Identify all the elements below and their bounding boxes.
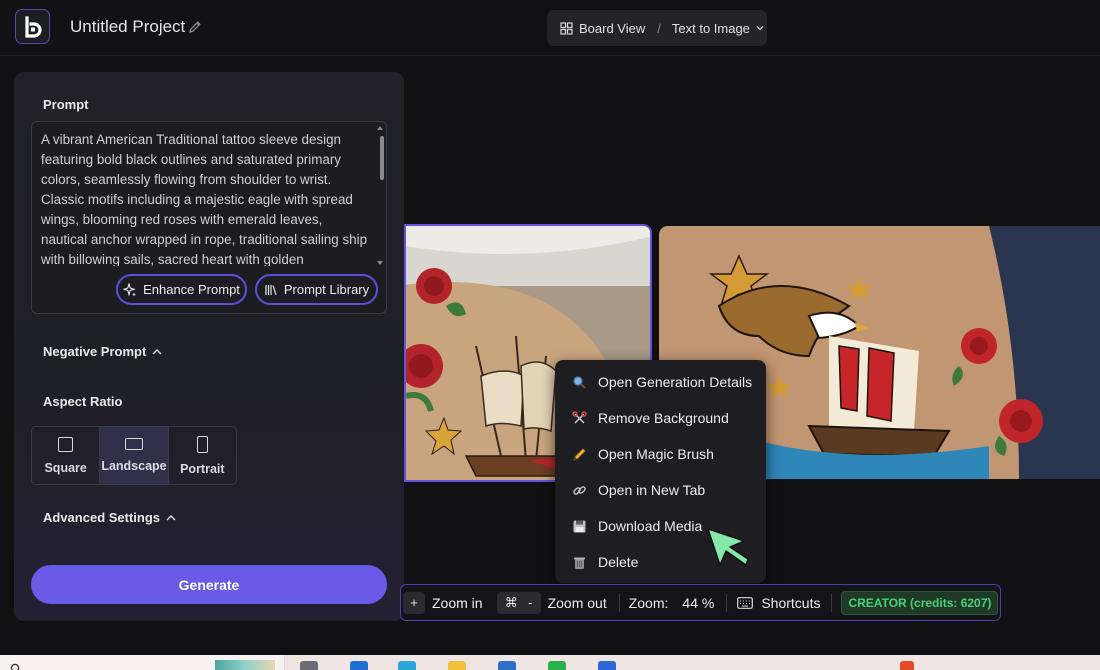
mouse-cursor-icon — [707, 528, 749, 566]
canvas-toolbar: + Zoom in ⌘ - Zoom out Zoom: 44 % Shortcu… — [400, 584, 1001, 621]
aspect-square-label: Square — [44, 460, 87, 475]
menu-item-label: Open Generation Details — [598, 374, 753, 390]
advanced-settings-toggle[interactable]: Advanced Settings — [43, 510, 177, 525]
prompt-label: Prompt — [43, 97, 89, 112]
taskbar-search-box[interactable] — [0, 655, 285, 670]
mode-label[interactable]: Text to Image — [672, 21, 750, 36]
zoom-in-key: + — [403, 591, 425, 614]
menu-item-open-magic-brush[interactable]: Open Magic Brush — [555, 436, 766, 472]
keyboard-icon — [737, 596, 754, 609]
zoom-out-button[interactable]: Zoom out — [548, 595, 607, 611]
mail-icon[interactable] — [498, 661, 516, 670]
prompt-textarea[interactable]: A vibrant American Traditional tattoo sl… — [31, 121, 387, 314]
negative-prompt-toggle[interactable]: Negative Prompt — [43, 344, 163, 359]
zoom-value[interactable]: 44 % — [682, 595, 714, 611]
menu-item-label: Download Media — [598, 518, 703, 534]
aspect-square-option[interactable]: Square — [32, 427, 99, 484]
search-icon — [10, 663, 20, 670]
pencil-edit-icon[interactable] — [187, 19, 203, 35]
store-icon[interactable] — [598, 661, 616, 670]
breadcrumb-separator: / — [657, 20, 661, 36]
trash-icon — [572, 555, 587, 570]
aspect-landscape-option[interactable]: Landscape — [99, 427, 168, 484]
scissors-icon — [572, 410, 587, 426]
menu-item-label: Open in New Tab — [598, 482, 706, 498]
prompt-text[interactable]: A vibrant American Traditional tattoo sl… — [41, 130, 371, 266]
zoom-label: Zoom: — [628, 594, 669, 611]
whatsapp-icon[interactable] — [548, 661, 566, 670]
search-illustration-icon — [215, 660, 275, 670]
scroll-up-arrow-icon[interactable] — [377, 126, 383, 130]
toolbar-divider — [618, 593, 620, 612]
file-explorer-icon[interactable] — [448, 661, 466, 670]
edge-browser-icon[interactable] — [350, 661, 368, 670]
notification-icon[interactable] — [900, 661, 914, 670]
square-shape-icon — [58, 436, 74, 452]
aspect-portrait-option[interactable]: Portrait — [167, 427, 236, 484]
chevron-up-icon — [152, 348, 162, 354]
pencil-icon — [572, 447, 587, 462]
floppy-disk-icon — [572, 519, 587, 534]
menu-item-label: Open Magic Brush — [598, 446, 714, 462]
negative-prompt-label: Negative Prompt — [43, 344, 147, 359]
menu-item-remove-background[interactable]: Remove Background — [555, 400, 766, 436]
prompt-scrollbar[interactable] — [380, 136, 384, 180]
aspect-portrait-label: Portrait — [180, 461, 225, 476]
project-title[interactable]: Untitled Project — [70, 17, 185, 37]
landscape-shape-icon — [124, 438, 143, 450]
magnifier-icon — [572, 375, 587, 390]
enhance-prompt-label: Enhance Prompt — [143, 282, 240, 297]
toolbar-divider — [726, 593, 728, 612]
chevron-up-icon — [166, 514, 176, 520]
browser-icon[interactable] — [398, 661, 416, 670]
menu-item-open-generation-details[interactable]: Open Generation Details — [555, 364, 766, 400]
aspect-ratio-label: Aspect Ratio — [43, 394, 123, 409]
chevron-down-icon — [756, 26, 764, 31]
shortcuts-button[interactable]: Shortcuts — [761, 595, 820, 611]
generate-button[interactable]: Generate — [31, 565, 387, 604]
advanced-settings-label: Advanced Settings — [43, 510, 161, 525]
view-switcher[interactable]: Board View / Text to Image — [547, 10, 767, 46]
os-taskbar — [0, 655, 1100, 670]
aspect-landscape-label: Landscape — [101, 459, 167, 473]
top-bar: Untitled Project Board View / Text to Im… — [0, 0, 1100, 56]
link-icon — [572, 483, 587, 498]
board-view-label[interactable]: Board View — [579, 21, 645, 36]
sparkle-icon — [123, 282, 137, 296]
toolbar-divider — [831, 593, 833, 612]
zoom-in-button[interactable]: Zoom in — [432, 595, 483, 611]
prompt-library-button[interactable]: Prompt Library — [255, 274, 378, 305]
minus-key: - — [528, 595, 533, 610]
portrait-shape-icon — [196, 435, 208, 453]
prompt-library-label: Prompt Library — [283, 282, 370, 297]
menu-item-label: Remove Background — [598, 410, 729, 426]
board-grid-icon — [560, 21, 573, 35]
scroll-down-arrow-icon[interactable] — [377, 261, 383, 265]
generation-panel: Prompt A vibrant American Traditional ta… — [14, 72, 404, 621]
zoom-out-keys: ⌘ - — [496, 591, 541, 614]
credits-badge[interactable]: CREATOR (credits: 6207) — [841, 590, 999, 615]
library-books-icon — [265, 284, 277, 295]
aspect-ratio-selector: Square Landscape Portrait — [31, 426, 237, 485]
task-view-icon[interactable] — [300, 661, 318, 670]
command-key: ⌘ — [504, 594, 518, 610]
menu-item-label: Delete — [598, 554, 639, 570]
app-logo-icon[interactable] — [15, 9, 50, 44]
enhance-prompt-button[interactable]: Enhance Prompt — [116, 274, 247, 305]
menu-item-open-in-new-tab[interactable]: Open in New Tab — [555, 472, 766, 508]
